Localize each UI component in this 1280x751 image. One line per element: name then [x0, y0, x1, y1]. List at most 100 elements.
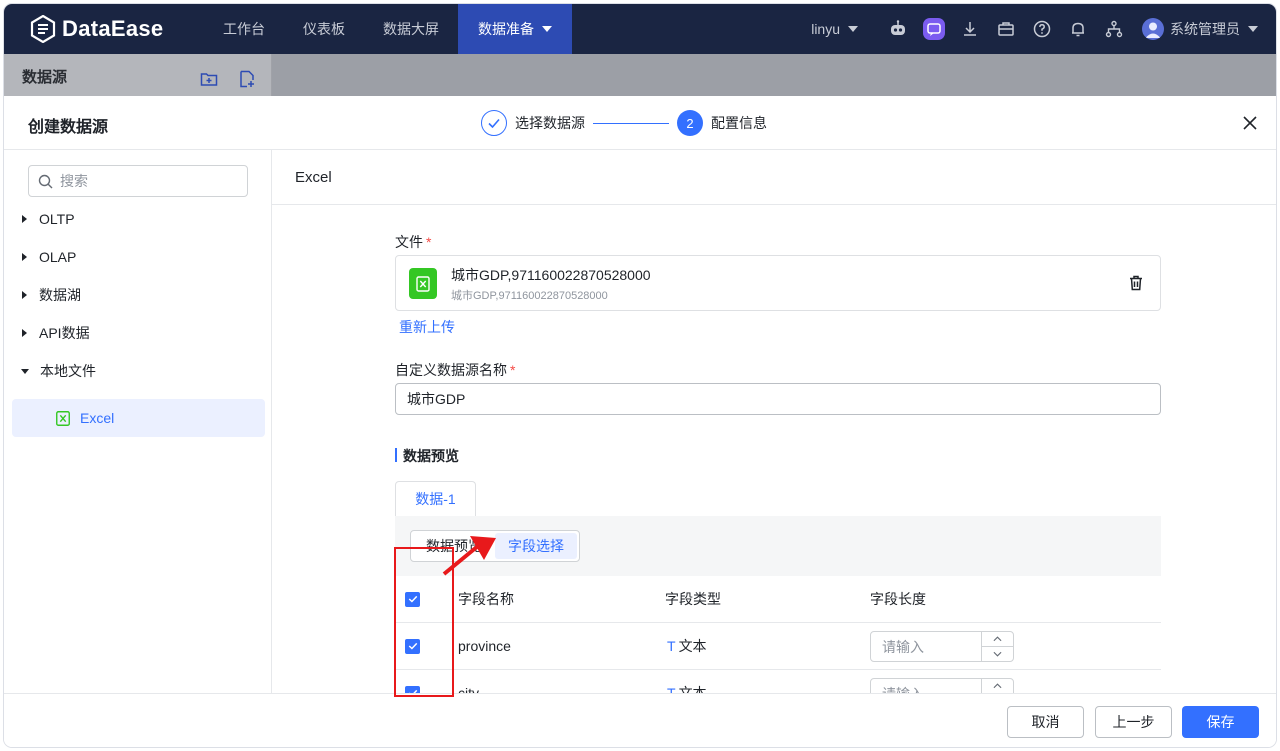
notification-button[interactable] — [1060, 4, 1096, 54]
top-nav: DataEase 工作台 仪表板 数据大屏 数据准备 linyu 系统管理员 — [4, 4, 1276, 54]
avatar[interactable] — [1142, 18, 1164, 40]
field-type[interactable]: T 文本 — [667, 623, 707, 669]
table-row: province T 文本 — [395, 623, 1161, 670]
chevron-down-icon — [542, 26, 552, 32]
increment-button[interactable] — [982, 632, 1013, 646]
excel-file-icon — [56, 410, 70, 426]
datasource-name-input[interactable]: 城市GDP — [395, 383, 1161, 415]
caret-right-icon — [22, 329, 27, 337]
caret-right-icon — [22, 253, 27, 261]
caret-right-icon — [22, 215, 27, 223]
text-type-icon: T — [667, 685, 676, 693]
workspace-switcher[interactable]: linyu — [811, 21, 858, 37]
nav-dashboard[interactable]: 仪表板 — [284, 4, 364, 54]
brand-logo[interactable]: DataEase — [30, 14, 163, 44]
field-type[interactable]: T 文本 — [667, 670, 707, 693]
nav-label: 数据准备 — [478, 21, 534, 37]
help-button[interactable] — [1024, 4, 1060, 54]
chevron-down-icon — [1248, 26, 1258, 32]
tree-node-api[interactable]: API数据 — [20, 316, 90, 350]
tree-node-label: API数据 — [39, 325, 90, 341]
trash-icon[interactable] — [1127, 274, 1145, 292]
template-button[interactable] — [988, 4, 1024, 54]
search-input[interactable] — [60, 173, 230, 189]
required-mark: * — [510, 362, 516, 378]
briefcase-icon — [998, 22, 1014, 36]
download-button[interactable] — [952, 4, 988, 54]
org-tree-icon — [1105, 20, 1123, 38]
field-name: city — [458, 685, 479, 693]
main-nav: 工作台 仪表板 数据大屏 数据准备 — [204, 4, 572, 54]
excel-badge-icon — [409, 268, 437, 299]
tree-node-olap[interactable]: OLAP — [20, 240, 76, 274]
field-length-input[interactable] — [871, 632, 981, 661]
dataease-logo-icon — [30, 15, 56, 43]
sheet-tab[interactable]: 数据-1 — [395, 481, 476, 516]
org-button[interactable] — [1096, 4, 1132, 54]
workspace-name: linyu — [811, 21, 840, 37]
search-icon — [38, 174, 53, 188]
background-page-title: 数据源 — [22, 69, 68, 86]
reupload-link[interactable]: 重新上传 — [399, 317, 455, 337]
chevron-up-icon — [993, 636, 1002, 642]
field-length-stepper — [870, 678, 1014, 693]
file-label-text: 文件 — [395, 234, 423, 250]
header-tools: linyu 系统管理员 — [811, 4, 1258, 54]
tree-node-oltp[interactable]: OLTP — [20, 202, 75, 236]
previous-step-button[interactable]: 上一步 — [1095, 706, 1172, 738]
user-menu[interactable]: 系统管理员 — [1170, 19, 1258, 39]
section-accent — [395, 448, 397, 462]
app-window: DataEase 工作台 仪表板 数据大屏 数据准备 linyu 系统管理员 数… — [4, 4, 1276, 747]
preview-toolbar: 数据预览 字段选择 — [395, 516, 1161, 576]
step-2-label: 配置信息 — [711, 115, 767, 131]
cancel-button[interactable]: 取消 — [1007, 706, 1084, 738]
col-header-length: 字段长度 — [870, 591, 926, 607]
nav-workbench[interactable]: 工作台 — [204, 4, 284, 54]
new-folder-icon — [200, 73, 218, 86]
help-icon — [1033, 20, 1051, 38]
user-icon — [1145, 22, 1161, 38]
tree-leaf-label: Excel — [80, 410, 115, 426]
brand-name: DataEase — [62, 16, 164, 41]
increment-button[interactable] — [982, 679, 1013, 693]
annotation-arrow-icon — [442, 536, 496, 576]
text-type-icon: T — [667, 638, 676, 654]
close-icon[interactable] — [1240, 113, 1260, 133]
nav-data-prep[interactable]: 数据准备 — [458, 4, 572, 54]
dialog-footer: 取消 上一步 保存 — [4, 693, 1276, 747]
search-box[interactable] — [28, 165, 248, 197]
tree-node-local-file[interactable]: 本地文件 — [20, 354, 96, 388]
segment-field-select[interactable]: 字段选择 — [495, 533, 577, 559]
file-subname: 城市GDP,971160022870528000 — [451, 290, 608, 302]
tree-node-label: 数据湖 — [39, 287, 81, 303]
bell-icon — [1072, 22, 1084, 37]
field-type-label: 文本 — [678, 638, 707, 654]
caret-down-icon — [21, 368, 29, 374]
table-header: 字段名称 字段类型 字段长度 — [395, 576, 1161, 623]
field-length-input[interactable] — [871, 679, 981, 693]
step-1-circle — [481, 110, 507, 136]
field-length-stepper — [870, 631, 1014, 662]
tree-node-label: 本地文件 — [40, 363, 96, 379]
nav-label: 数据大屏 — [383, 21, 439, 37]
form-header: Excel — [272, 150, 1276, 205]
tree-node-label: OLTP — [39, 211, 75, 227]
file-name: 城市GDP,971160022870528000 — [451, 267, 651, 283]
decrement-button[interactable] — [982, 646, 1013, 661]
nav-label: 仪表板 — [303, 21, 345, 37]
ai-chat-icon — [923, 18, 945, 40]
field-type-label: 文本 — [678, 685, 707, 693]
dialog-header: 创建数据源 选择数据源 2 配置信息 — [4, 96, 1276, 150]
save-button[interactable]: 保存 — [1182, 706, 1259, 738]
tree-leaf-excel[interactable]: Excel — [12, 399, 265, 437]
ai-chat-button[interactable] — [916, 4, 952, 54]
nav-data-screen[interactable]: 数据大屏 — [364, 4, 458, 54]
preview-section-title: 数据预览 — [403, 448, 459, 464]
tree-node-data-lake[interactable]: 数据湖 — [20, 278, 81, 312]
file-label: 文件 * — [395, 232, 431, 252]
col-header-name: 字段名称 — [458, 591, 514, 607]
stepper-controls — [981, 679, 1013, 693]
step-connector — [593, 122, 669, 124]
name-label-text: 自定义数据源名称 — [395, 362, 507, 378]
robot-button[interactable] — [880, 4, 916, 54]
